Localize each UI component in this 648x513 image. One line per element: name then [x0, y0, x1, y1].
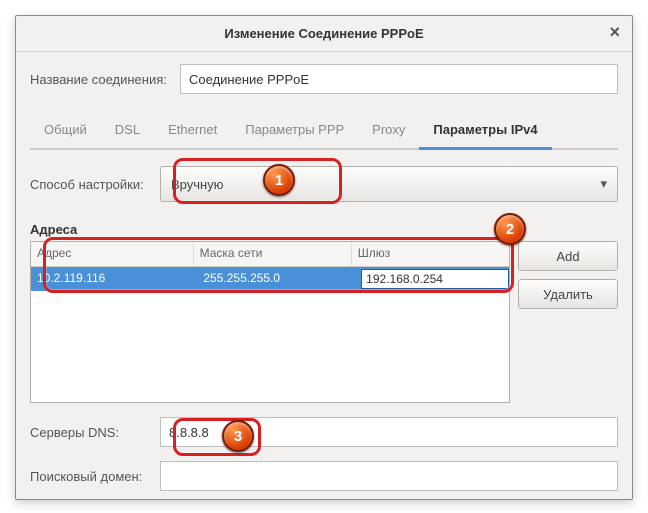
method-value: Вручную: [171, 177, 223, 192]
titlebar: Изменение Соединение PPPoE ×: [16, 16, 632, 52]
table-header: Адрес Маска сети Шлюз: [31, 242, 509, 267]
method-dropdown[interactable]: Вручную ▾: [160, 166, 618, 202]
table-row[interactable]: 10.2.119.116 255.255.255.0: [31, 267, 509, 291]
col-address: Адрес: [31, 242, 194, 266]
tab-bar: Общий DSL Ethernet Параметры PPP Proxy П…: [30, 112, 618, 150]
dns-input[interactable]: [160, 417, 618, 447]
tab-ethernet[interactable]: Ethernet: [154, 112, 231, 150]
connection-name-input[interactable]: [180, 64, 618, 94]
col-gateway: Шлюз: [352, 242, 509, 266]
search-domain-label: Поисковый домен:: [30, 469, 160, 484]
connection-name-label: Название соединения:: [30, 72, 180, 87]
cell-address: 10.2.119.116: [31, 267, 197, 291]
addresses-table[interactable]: Адрес Маска сети Шлюз 10.2.119.116 255.2…: [30, 241, 510, 403]
addresses-heading: Адреса: [30, 222, 618, 237]
gateway-input[interactable]: [361, 269, 509, 289]
add-button[interactable]: Add: [518, 241, 618, 271]
dns-label: Серверы DNS:: [30, 425, 160, 440]
tab-ipv4[interactable]: Параметры IPv4: [419, 112, 551, 150]
method-label: Способ настройки:: [30, 177, 160, 192]
close-icon[interactable]: ×: [605, 22, 624, 43]
tab-dsl[interactable]: DSL: [101, 112, 154, 150]
cell-mask: 255.255.255.0: [197, 267, 359, 291]
chevron-down-icon: ▾: [600, 176, 607, 192]
tab-general[interactable]: Общий: [30, 112, 101, 150]
tab-proxy[interactable]: Proxy: [358, 112, 419, 150]
col-mask: Маска сети: [194, 242, 352, 266]
dialog-title: Изменение Соединение PPPoE: [224, 26, 423, 41]
delete-button[interactable]: Удалить: [518, 279, 618, 309]
dialog: Изменение Соединение PPPoE × Название со…: [15, 15, 633, 500]
search-domain-input[interactable]: [160, 461, 618, 491]
tab-ppp[interactable]: Параметры PPP: [231, 112, 358, 150]
